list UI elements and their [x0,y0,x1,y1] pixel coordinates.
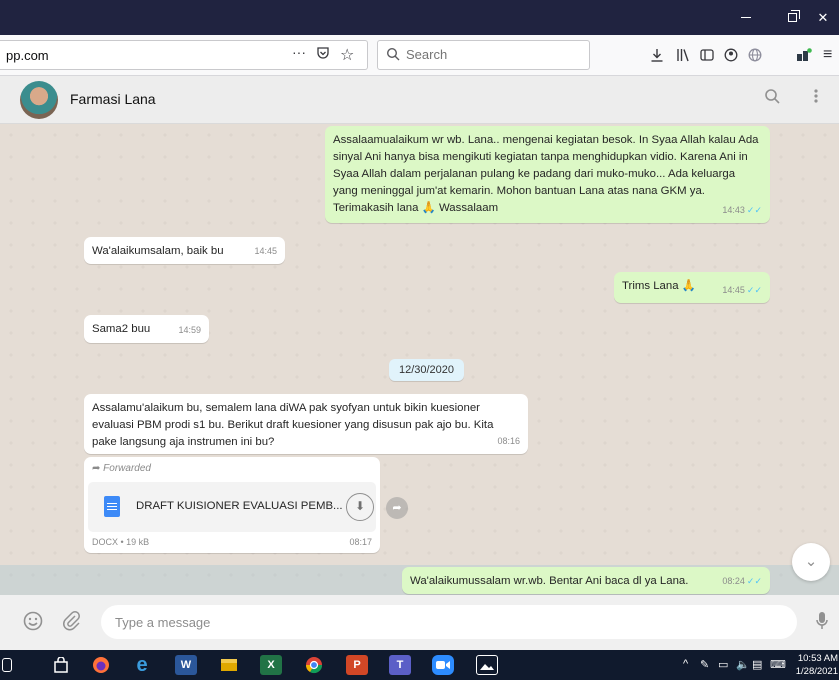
message-time: 14:45 [254,246,277,256]
date-divider: 12/30/2020 [389,359,464,381]
message-bubble-incoming[interactable]: Sama2 buu 14:59 [84,315,209,343]
message-time: 08:16 [497,436,520,446]
scroll-down-button[interactable]: ⌄ [792,543,830,581]
minimize-icon [741,17,751,18]
chevron-up-icon[interactable]: ^ [683,658,688,670]
close-window-button[interactable]: ✕ [800,0,839,35]
message-time: 14:43 ✓✓ [722,205,762,215]
url-text[interactable]: pp.com [6,48,49,63]
account-icon[interactable] [724,48,738,65]
message-time: 08:17 [349,537,372,547]
excel-icon[interactable]: X [260,655,282,675]
close-icon: ✕ [817,9,829,25]
volume-icon[interactable]: 🔈 [736,658,750,671]
message-text: Trims Lana 🙏 [622,280,696,292]
emoji-icon[interactable] [23,611,43,636]
clock[interactable]: 10:53 AM 1/28/2021 [786,652,838,678]
photos-icon[interactable] [476,655,498,675]
word-icon[interactable]: W [175,655,197,675]
url-bar[interactable]: pp.com ··· ☆ [0,40,368,70]
store-icon[interactable] [50,655,72,675]
read-ticks-icon: ✓✓ [746,205,762,215]
message-text: Wa'alaikumsalam, baik bu [92,245,224,257]
more-icon[interactable]: ··· [292,44,306,60]
minimize-button[interactable] [723,0,769,35]
zoom-icon[interactable] [432,655,454,675]
download-icon[interactable] [650,48,664,65]
pocket-icon[interactable] [316,46,330,63]
forwarded-label: ➦ Forwarded [92,463,151,474]
avatar[interactable] [20,81,58,119]
powerpoint-icon[interactable]: P [346,655,368,675]
message-text: Sama2 buu [92,323,151,335]
clock-date: 1/28/2021 [795,666,838,677]
file-explorer-icon[interactable] [218,655,240,675]
restore-icon [787,10,800,22]
document-icon [104,496,120,517]
pen-icon[interactable]: ✎ [700,658,709,671]
windows-taskbar: e W X P T ^ ✎ ▭ 🔈 ▤ ⌨ 10:53 AM 1/28/2021 [0,650,839,680]
message-bubble-outgoing[interactable]: Wa'alaikumussalam wr.wb. Bentar Ani baca… [402,567,770,594]
message-time: 08:24 ✓✓ [722,576,762,586]
bookmark-star-icon[interactable]: ☆ [340,45,354,65]
window-titlebar: ✕ [0,0,839,35]
message-bubble-outgoing[interactable]: Trims Lana 🙏 14:45 ✓✓ [614,272,770,303]
message-input[interactable] [101,605,797,639]
file-meta: DOCX • 19 kB [92,537,150,547]
chrome-icon[interactable] [303,655,325,675]
file-name: DRAFT KUISIONER EVALUASI PEMB... [136,500,343,512]
network-icon[interactable]: ▭ [718,658,728,671]
file-message[interactable]: ➦ Forwarded DRAFT KUISIONER EVALUASI PEM… [84,457,380,553]
message-bubble-incoming[interactable]: Wa'alaikumsalam, baik bu 14:45 [84,237,285,264]
addon-icon[interactable] [796,48,812,65]
browser-toolbar: pp.com ··· ☆ ≡ [0,35,839,76]
notification-icon[interactable]: ▤ [752,658,762,671]
file-attachment[interactable]: DRAFT KUISIONER EVALUASI PEMB... ⬇ [88,482,376,532]
chevron-down-icon: ⌄ [804,553,818,570]
teams-icon[interactable]: T [389,655,411,675]
message-time: 14:59 [178,325,201,335]
attach-icon[interactable] [63,611,81,636]
message-composer [0,595,839,650]
message-time: 14:45 ✓✓ [722,285,762,295]
extension-icon[interactable] [748,48,762,65]
message-bubble-incoming[interactable]: Assalamu'alaikum bu, semalem lana diWA p… [84,394,528,454]
search-bar[interactable] [377,40,590,70]
message-text: Assalamu'alaikum bu, semalem lana diWA p… [92,402,494,448]
sidebar-icon[interactable] [700,48,714,65]
download-button[interactable]: ⬇ [346,493,374,521]
search-input[interactable] [406,47,576,62]
microphone-icon[interactable] [816,611,828,636]
contact-name[interactable]: Farmasi Lana [70,91,156,107]
menu-icon[interactable]: ≡ [823,46,832,64]
chat-messages[interactable]: Assalaamualaikum wr wb. Lana.. mengenai … [0,124,839,595]
read-ticks-icon: ✓✓ [746,576,762,586]
clock-time: 10:53 AM [797,653,838,664]
firefox-icon[interactable] [90,655,112,675]
forward-button[interactable]: ➦ [386,497,408,519]
forward-icon: ➦ [392,502,402,514]
more-vertical-icon[interactable] [813,88,819,109]
read-ticks-icon: ✓✓ [746,285,762,295]
chat-header: Farmasi Lana [0,76,839,124]
edge-icon[interactable]: e [131,654,153,676]
message-text: Assalaamualaikum wr wb. Lana.. mengenai … [333,134,759,214]
task-view-icon[interactable] [2,658,12,672]
message-text: Wa'alaikumussalam wr.wb. Bentar Ani baca… [410,575,689,587]
search-icon [386,47,400,66]
keyboard-icon[interactable]: ⌨ [770,658,786,671]
message-bubble-outgoing[interactable]: Assalaamualaikum wr wb. Lana.. mengenai … [325,126,770,223]
search-icon[interactable] [764,88,780,109]
library-icon[interactable] [676,48,690,65]
download-icon: ⬇ [354,499,366,513]
